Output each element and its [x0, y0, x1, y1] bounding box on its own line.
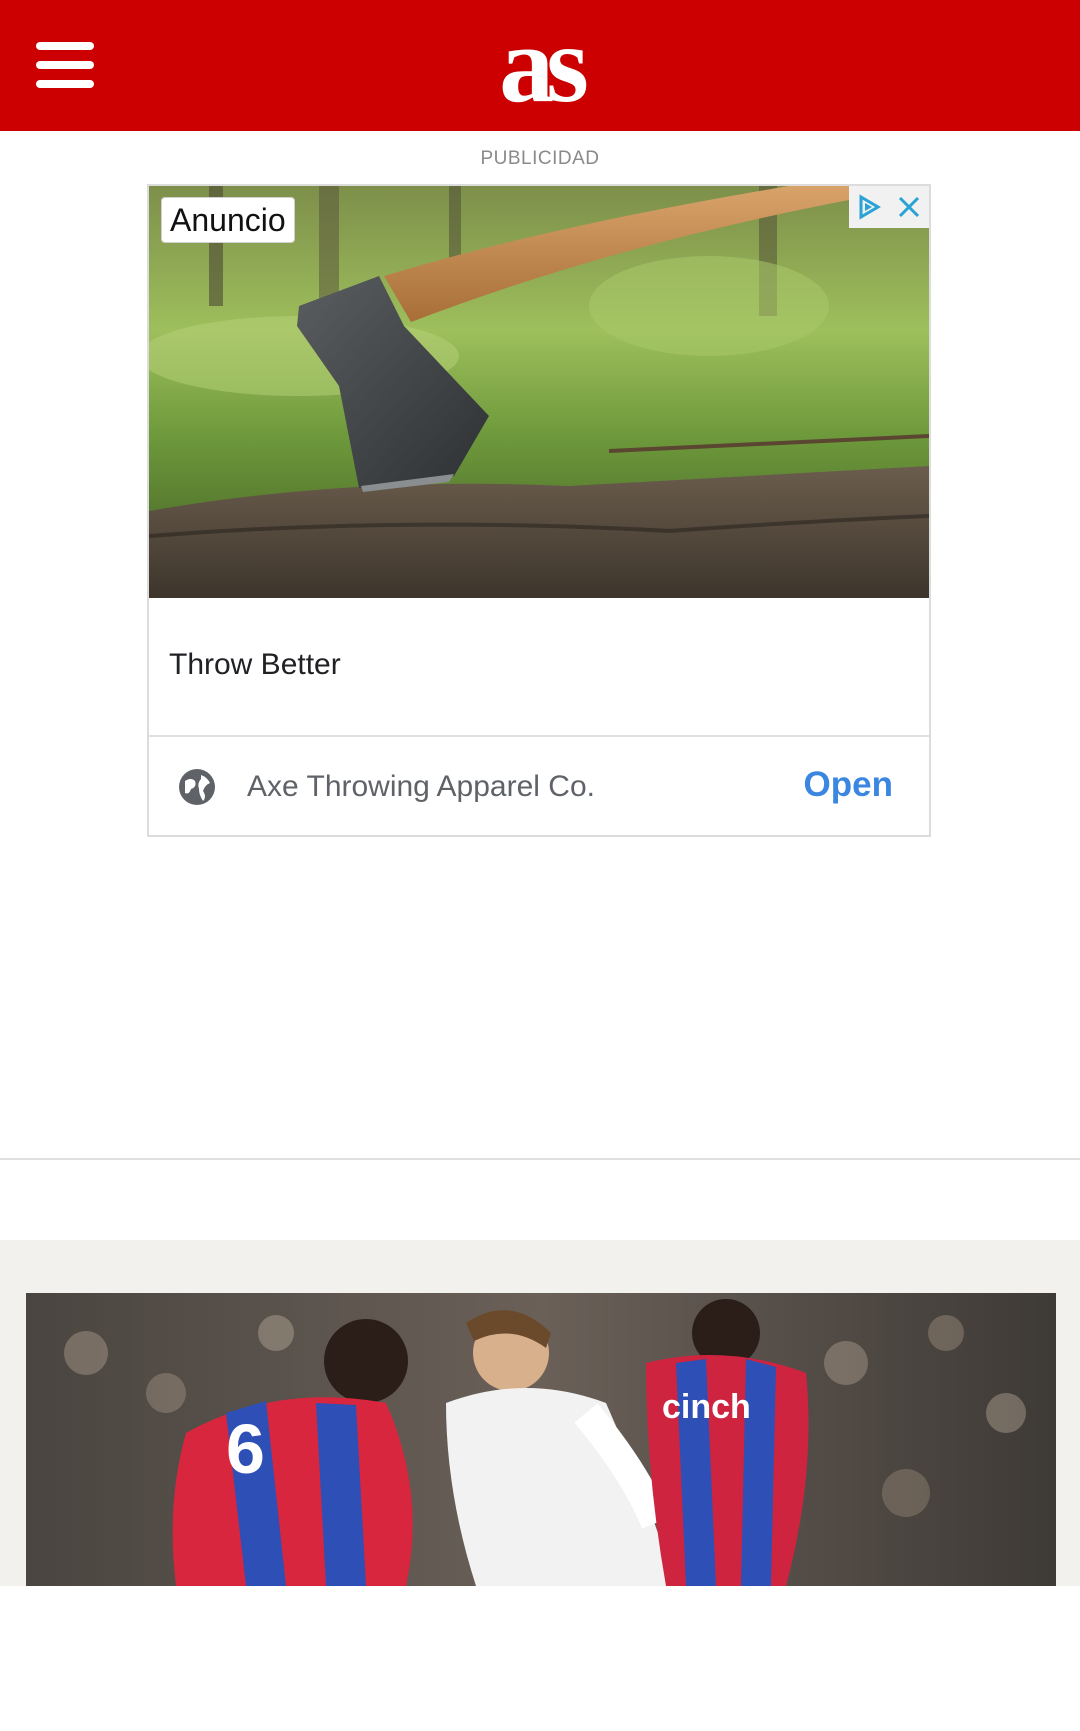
hamburger-menu-icon[interactable]	[36, 42, 94, 88]
site-logo[interactable]: as	[470, 9, 610, 119]
ad-headline[interactable]: Throw Better	[169, 648, 341, 682]
football-match-photo[interactable]: 6 cinch	[26, 1293, 1056, 1586]
globe-icon	[177, 767, 217, 807]
open-button[interactable]: Open	[804, 763, 893, 807]
svg-text:cinch: cinch	[662, 1388, 751, 1426]
site-header: as	[0, 0, 1080, 131]
ad-section-label: PUBLICIDAD	[480, 148, 600, 169]
close-icon[interactable]	[893, 191, 925, 223]
ad-badge: Anuncio	[161, 197, 295, 243]
svg-text:6: 6	[226, 1410, 265, 1488]
section-divider	[0, 1158, 1080, 1160]
ad-image[interactable]: Anuncio	[149, 186, 929, 598]
advertiser-name: Axe Throwing Apparel Co.	[247, 770, 595, 803]
ad-card[interactable]: Anuncio Throw Better Axe Throwing Appare…	[147, 184, 931, 837]
ad-controls	[849, 186, 929, 228]
ad-footer[interactable]: Axe Throwing Apparel Co. Open	[149, 737, 929, 835]
adchoices-icon[interactable]	[853, 191, 885, 223]
